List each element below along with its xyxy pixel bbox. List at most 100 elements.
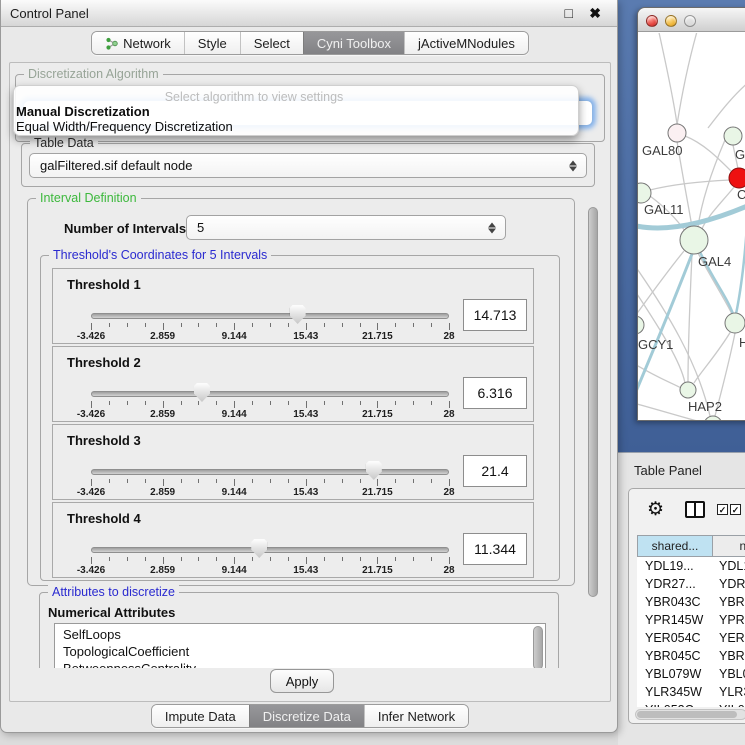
- column-header-name[interactable]: name: [713, 535, 745, 557]
- tab-style[interactable]: Style: [184, 32, 240, 54]
- table-cell[interactable]: YPR145W: [637, 611, 713, 629]
- tab-discretize-data[interactable]: Discretize Data: [249, 705, 364, 727]
- network-edge[interactable]: [650, 180, 730, 190]
- tab-cyni-toolbox[interactable]: Cyni Toolbox: [303, 32, 404, 54]
- network-node[interactable]: [725, 313, 745, 333]
- network-edge[interactable]: [638, 363, 681, 388]
- table-cell[interactable]: YER054C: [637, 629, 713, 647]
- column-layout-icon[interactable]: [685, 501, 705, 518]
- table-data-combobox[interactable]: galFiltered.sif default node: [29, 153, 587, 178]
- slider-track[interactable]: [91, 547, 449, 553]
- table-horizontal-scrollbar[interactable]: [635, 709, 745, 720]
- close-traffic-light[interactable]: [646, 15, 658, 27]
- table-row[interactable]: YDL19...YDL19...: [637, 557, 745, 575]
- table-cell[interactable]: YBR043C: [637, 593, 713, 611]
- scrollbar-thumb[interactable]: [588, 207, 598, 597]
- table-cell[interactable]: YDR27...: [637, 575, 713, 593]
- table-row[interactable]: YLR345WYLR345W: [637, 683, 745, 701]
- tick-mark: [181, 401, 182, 405]
- threshold-value-field[interactable]: 21.4: [463, 455, 527, 487]
- network-node[interactable]: [724, 127, 742, 145]
- numerical-attributes-list[interactable]: SelfLoopsTopologicalCoefficientBetweenne…: [54, 623, 546, 668]
- slider-thumb[interactable]: [194, 383, 210, 402]
- list-scrollbar[interactable]: [533, 626, 543, 668]
- thresholds-coordinates-group: Threshold's Coordinates for 5 Intervals …: [40, 255, 560, 581]
- table-row[interactable]: YBR043CYBR043C: [637, 593, 745, 611]
- network-canvas[interactable]: GAL80GACGAL11GAL4GCY1HHAP2: [638, 33, 745, 420]
- network-edge[interactable]: [677, 33, 698, 125]
- table-cell[interactable]: YDL19...: [713, 557, 745, 575]
- table-cell[interactable]: YPR145W: [713, 611, 745, 629]
- number-of-intervals-combobox[interactable]: 5: [186, 215, 506, 240]
- threshold-label: Threshold 3: [67, 433, 141, 448]
- control-panel-titlebar[interactable]: Control Panel □ ✖: [1, 0, 617, 27]
- network-node[interactable]: [680, 226, 708, 254]
- slider-track[interactable]: [91, 391, 449, 397]
- spinner-arrows-icon: [488, 222, 496, 233]
- table-cell[interactable]: YIL052C: [713, 701, 745, 707]
- network-node[interactable]: [638, 183, 651, 203]
- tab-label: jActiveMNodules: [418, 32, 515, 55]
- attribute-list-item[interactable]: BetweennessCentrality: [55, 660, 545, 668]
- network-edge[interactable]: [638, 251, 684, 319]
- table-cell[interactable]: YLR345W: [637, 683, 713, 701]
- threshold-value-field[interactable]: 6.316: [463, 377, 527, 409]
- network-edge[interactable]: [658, 33, 677, 124]
- tick-label: 21.715: [362, 487, 393, 498]
- table-row[interactable]: YBR045CYBR045C: [637, 647, 745, 665]
- table-cell[interactable]: YBL079W: [713, 665, 745, 683]
- table-cell[interactable]: YLR345W: [713, 683, 745, 701]
- table-row[interactable]: YDR27...YDR27...: [637, 575, 745, 593]
- slider-thumb[interactable]: [366, 461, 382, 480]
- dropdown-item-equal-width-frequency[interactable]: Equal Width/Frequency Discretization: [16, 119, 233, 134]
- close-window-icon[interactable]: ✖: [589, 5, 601, 22]
- column-header-shared[interactable]: shared...: [637, 535, 713, 557]
- table-cell[interactable]: YBR045C: [713, 647, 745, 665]
- table-row[interactable]: YER054CYER054C: [637, 629, 745, 647]
- tab-select[interactable]: Select: [240, 32, 303, 54]
- checkbox-icon[interactable]: ✓: [730, 504, 741, 515]
- zoom-traffic-light[interactable]: [684, 15, 696, 27]
- apply-button[interactable]: Apply: [270, 669, 334, 693]
- tab-infer-network[interactable]: Infer Network: [364, 705, 468, 727]
- table-cell[interactable]: YDL19...: [637, 557, 713, 575]
- tab-jactivemnodules[interactable]: jActiveMNodules: [404, 32, 528, 54]
- number-of-intervals-label: Number of Intervals: [64, 221, 186, 236]
- table-cell[interactable]: YDR27...: [713, 575, 745, 593]
- checkbox-icon[interactable]: ✓: [717, 504, 728, 515]
- attribute-list-item[interactable]: SelfLoops: [55, 626, 545, 643]
- network-node-selected[interactable]: [729, 168, 745, 188]
- settings-vertical-scrollbar[interactable]: [588, 192, 599, 666]
- attribute-list-item[interactable]: TopologicalCoefficient: [55, 643, 545, 660]
- float-window-icon[interactable]: □: [565, 5, 573, 21]
- tick-mark: [234, 401, 235, 408]
- minimize-traffic-light[interactable]: [665, 15, 677, 27]
- network-node[interactable]: [638, 316, 644, 334]
- threshold-value-field[interactable]: 14.713: [463, 299, 527, 331]
- combobox-value: galFiltered.sif default node: [40, 154, 192, 177]
- tick-labels: -3.4262.8599.14415.4321.71528: [91, 487, 449, 499]
- table-cell[interactable]: YBR043C: [713, 593, 745, 611]
- network-node[interactable]: [704, 416, 722, 420]
- slider-track[interactable]: [91, 469, 449, 475]
- slider-thumb[interactable]: [251, 539, 267, 558]
- table-cell[interactable]: YER054C: [713, 629, 745, 647]
- table-cell[interactable]: YBL079W: [637, 665, 713, 683]
- table-cell[interactable]: YBR045C: [637, 647, 713, 665]
- slider-thumb[interactable]: [290, 305, 306, 324]
- scrollbar-thumb[interactable]: [637, 711, 737, 718]
- tab-impute-data[interactable]: Impute Data: [152, 705, 249, 727]
- gear-icon[interactable]: ⚙: [647, 500, 664, 519]
- threshold-value-field[interactable]: 11.344: [463, 533, 527, 565]
- network-edge[interactable]: [708, 81, 745, 128]
- tab-network[interactable]: Network: [92, 32, 184, 54]
- table-row[interactable]: YIL052CYIL052C: [637, 701, 745, 707]
- network-node[interactable]: [680, 382, 696, 398]
- network-node[interactable]: [668, 124, 686, 142]
- dropdown-item-manual-discretization[interactable]: Manual Discretization: [16, 104, 150, 119]
- network-window-titlebar[interactable]: [638, 8, 745, 32]
- table-cell[interactable]: YIL052C: [637, 701, 713, 707]
- slider-track[interactable]: [91, 313, 449, 319]
- table-row[interactable]: YBL079WYBL079W: [637, 665, 745, 683]
- table-row[interactable]: YPR145WYPR145W: [637, 611, 745, 629]
